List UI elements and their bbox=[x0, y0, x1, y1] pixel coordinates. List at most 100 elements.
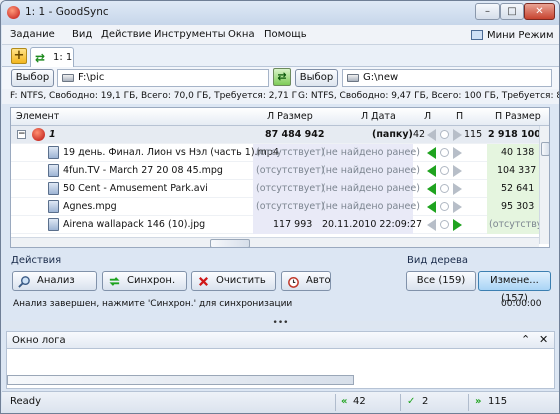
maximize-button[interactable]: □ bbox=[500, 3, 524, 20]
arrow-right-icon[interactable] bbox=[453, 219, 462, 231]
menu-action[interactable]: Действие bbox=[101, 29, 151, 40]
video-file-icon bbox=[48, 182, 59, 195]
status-separator bbox=[468, 394, 469, 411]
splitter-handle[interactable]: ••• bbox=[2, 319, 559, 329]
tree-all-button[interactable]: Все (159) bbox=[406, 271, 476, 291]
path-row: Выбор F:\pic ⇄ Выбор G:\new bbox=[2, 67, 559, 89]
col-element[interactable]: Элемент bbox=[16, 111, 59, 122]
right-path-field[interactable]: G:\new bbox=[342, 69, 552, 87]
skip-icon[interactable] bbox=[440, 220, 449, 229]
sync-icon bbox=[109, 277, 120, 286]
left-path-field[interactable]: F:\pic bbox=[57, 69, 269, 87]
arrow-right-icon[interactable] bbox=[453, 183, 462, 195]
file-name: 50 Cent - Amusement Park.avi bbox=[63, 183, 208, 194]
mini-mode-button[interactable]: Мини Режим bbox=[467, 27, 558, 43]
group-left-date: (папку) bbox=[372, 129, 413, 140]
file-left-size: (отсутствует) bbox=[256, 165, 325, 176]
skip-icon[interactable] bbox=[440, 184, 449, 193]
alarm-clock-icon bbox=[288, 277, 299, 288]
horizontal-scrollbar[interactable] bbox=[11, 237, 539, 247]
file-row[interactable]: Agnes.mpg (отсутствует) (не найдено ране… bbox=[11, 198, 539, 216]
tree-changed-button[interactable]: Измене... (157) bbox=[478, 271, 551, 304]
analyze-button[interactable]: Анализ bbox=[12, 271, 97, 291]
tree-view-title: Вид дерева bbox=[407, 255, 469, 266]
arrow-left-icon[interactable] bbox=[427, 219, 436, 231]
left-browse-button[interactable]: Выбор bbox=[11, 69, 54, 87]
status-message: Анализ завершен, нажмите 'Синхрон.' для … bbox=[13, 299, 293, 309]
col-right[interactable]: П bbox=[456, 111, 463, 122]
status-bar: Ready « 42 ✓ 2 » 115 bbox=[2, 391, 559, 413]
group-row[interactable]: − 1 87 484 942 (папку) 42 115 2 918 100 bbox=[11, 126, 541, 144]
menu-task[interactable]: Задание bbox=[10, 29, 55, 40]
left-path-text: F:\pic bbox=[78, 72, 105, 83]
add-job-button[interactable]: + bbox=[11, 48, 27, 64]
tab-job[interactable]: ⇄ 1: 1 bbox=[30, 47, 74, 67]
col-left[interactable]: Л bbox=[424, 111, 431, 122]
vertical-scrollbar[interactable] bbox=[539, 126, 549, 244]
left-arrow-icon: « bbox=[341, 396, 348, 407]
file-row[interactable]: 19 день. Финал. Лион vs Нэл (часть 1).mp… bbox=[11, 144, 539, 162]
arrow-left-icon[interactable] bbox=[427, 147, 436, 159]
arrow-right-icon[interactable] bbox=[453, 147, 462, 159]
file-left-date: (не найдено ранее) bbox=[322, 201, 420, 212]
arrow-right-icon[interactable] bbox=[453, 165, 462, 177]
auto-button[interactable]: Авто bbox=[281, 271, 331, 291]
file-right-size: 95 303 bbox=[501, 201, 535, 212]
log-content[interactable] bbox=[6, 349, 555, 389]
file-row[interactable]: Airena wallapack 146 (10).jpg 117 993 20… bbox=[11, 216, 549, 234]
log-window-bar: Окно лога ⌃ ✕ bbox=[6, 331, 555, 349]
log-title: Окно лога bbox=[12, 335, 66, 346]
sync-label: Синхрон. bbox=[127, 275, 176, 286]
file-row[interactable]: 4fun.TV - March 27 20 08 45.mpg (отсутст… bbox=[11, 162, 539, 180]
close-icon[interactable]: ✕ bbox=[539, 333, 548, 346]
check-count: 2 bbox=[422, 396, 429, 407]
skip-icon[interactable] bbox=[440, 166, 449, 175]
arrow-left-icon[interactable] bbox=[427, 183, 436, 195]
minimize-button[interactable]: – bbox=[475, 3, 500, 20]
left-drive-info: F: NTFS, Свободно: 19,1 ГБ, Всего: 70,0 … bbox=[10, 91, 298, 101]
menu-tools[interactable]: Инструменты bbox=[154, 29, 226, 40]
menu-view[interactable]: Вид bbox=[72, 29, 92, 40]
sync-button[interactable]: Синхрон. bbox=[102, 271, 187, 291]
clear-button[interactable]: Очистить bbox=[191, 271, 276, 291]
file-row[interactable]: 50 Cent - Amusement Park.avi (отсутствуе… bbox=[11, 180, 539, 198]
file-left-size: (отсутствует) bbox=[256, 183, 325, 194]
menu-help[interactable]: Помощь bbox=[264, 29, 307, 40]
sync-icon: ⇄ bbox=[35, 51, 46, 65]
log-horizontal-scrollbar[interactable] bbox=[7, 375, 354, 385]
col-left-size[interactable]: Л Размер bbox=[267, 111, 313, 122]
mini-mode-icon bbox=[471, 30, 483, 40]
menu-windows[interactable]: Окна bbox=[228, 29, 255, 40]
close-button[interactable]: ✕ bbox=[524, 3, 555, 20]
clear-label: Очистить bbox=[216, 275, 266, 286]
window-title: 1: 1 - GoodSync bbox=[25, 6, 109, 18]
horizontal-scroll-thumb[interactable] bbox=[210, 239, 250, 247]
sync-direction-button[interactable]: ⇄ bbox=[273, 68, 291, 86]
title-bar[interactable]: 1: 1 - GoodSync – □ ✕ bbox=[1, 1, 559, 25]
file-grid[interactable]: Элемент Л Размер Л Дата Л П П Размер − 1… bbox=[10, 107, 550, 248]
left-count: 42 bbox=[353, 396, 366, 407]
skip-icon[interactable] bbox=[440, 202, 449, 211]
right-drive-info: G: NTFS, Свободно: 9,47 ГБ, Всего: 100 Г… bbox=[298, 91, 559, 101]
group-left-size: 87 484 942 bbox=[265, 129, 325, 140]
col-left-date[interactable]: Л Дата bbox=[361, 111, 396, 122]
file-right-size: 40 138 bbox=[501, 147, 535, 158]
file-left-date: 20.11.2010 22:09:27 bbox=[322, 219, 423, 230]
vertical-scroll-thumb[interactable] bbox=[541, 142, 549, 156]
ready-text: Ready bbox=[10, 396, 42, 407]
right-browse-button[interactable]: Выбор bbox=[295, 69, 338, 87]
group-left-count: 42 bbox=[413, 129, 426, 140]
clear-x-icon bbox=[198, 276, 209, 287]
arrow-right-icon[interactable] bbox=[453, 201, 462, 213]
arrow-left-icon[interactable] bbox=[427, 201, 436, 213]
collapse-icon[interactable]: − bbox=[17, 130, 26, 139]
skip-icon[interactable] bbox=[440, 148, 449, 157]
file-left-date: (не найдено ранее) bbox=[322, 147, 420, 158]
analyze-label: Анализ bbox=[37, 275, 75, 286]
file-name: Agnes.mpg bbox=[63, 201, 117, 212]
app-window: 1: 1 - GoodSync – □ ✕ Задание Вид Действ… bbox=[0, 0, 560, 414]
arrow-left-icon[interactable] bbox=[427, 165, 436, 177]
col-right-size[interactable]: П Размер bbox=[495, 111, 541, 122]
collapse-up-icon[interactable]: ⌃ bbox=[521, 333, 530, 346]
tab-bar: + ⇄ 1: 1 bbox=[2, 45, 559, 67]
